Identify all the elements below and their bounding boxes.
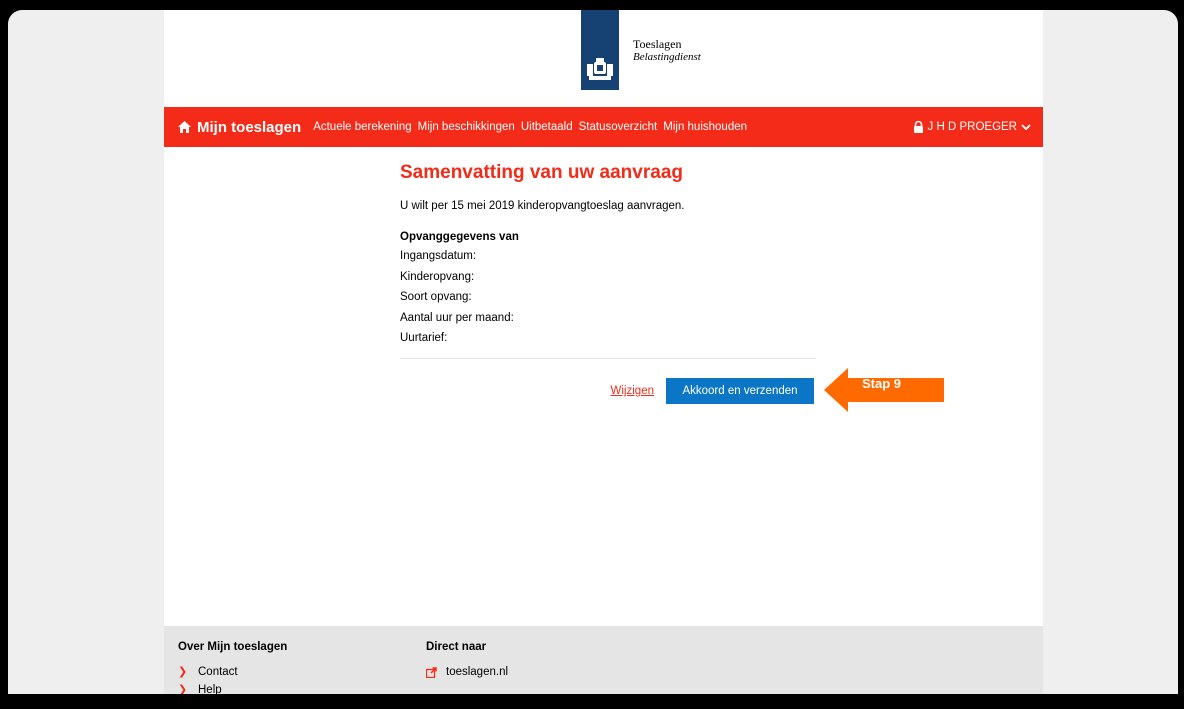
footer: Over Mijn toeslagen ❯ Contact ❯ Help Dir… [164, 626, 1043, 694]
step-label: Stap 9 [862, 376, 902, 391]
nav-link-statusoverzicht[interactable]: Statusoverzicht [579, 121, 658, 133]
logo-emblem [581, 10, 619, 90]
page-title: Samenvatting van uw aanvraag [400, 162, 683, 183]
field-uurtarief: Uurtarief: [400, 332, 448, 344]
main-nav: Mijn toeslagen Actuele berekening Mijn b… [164, 107, 1043, 147]
footer-col-title: Over Mijn toeslagen [178, 641, 288, 653]
footer-link-toeslagen[interactable]: toeslagen.nl [426, 663, 508, 681]
footer-col-over: Over Mijn toeslagen ❯ Contact ❯ Help [178, 641, 287, 694]
field-soort-opvang: Soort opvang: [400, 291, 472, 303]
edit-link[interactable]: Wijzigen [611, 385, 654, 397]
summary-content: Samenvatting van uw aanvraag U wilt per … [400, 158, 820, 349]
logo-text: Toeslagen Belastingdienst [633, 37, 701, 64]
footer-link-label: Contact [198, 666, 238, 678]
field-aantal-uur: Aantal uur per maand: [400, 311, 514, 324]
form-actions: Wijzigen Akkoord en verzenden [400, 378, 814, 404]
external-link-icon [426, 666, 446, 678]
coat-of-arms-icon [587, 58, 613, 80]
lock-icon [913, 121, 923, 133]
chevron-down-icon [1021, 123, 1031, 130]
footer-col-title: Direct naar [426, 641, 487, 653]
logo[interactable]: Toeslagen Belastingdienst [581, 10, 701, 107]
nav-links: Actuele berekening Mijn beschikkingen Ui… [313, 121, 753, 133]
browser-frame: Toeslagen Belastingdienst Mijn toeslagen… [8, 10, 1178, 694]
section-title: Opvanggegevens van [400, 231, 519, 243]
nav-link-actuele-berekening[interactable]: Actuele berekening [313, 121, 411, 133]
intro-text: U wilt per 15 mei 2019 kinderopvangtoesl… [400, 200, 685, 212]
footer-col-direct: Direct naar toeslagen.nl [426, 641, 508, 681]
field-ingangsdatum: Ingangsdatum: [400, 250, 477, 262]
nav-home[interactable]: Mijn toeslagen [178, 119, 301, 136]
footer-link-help[interactable]: ❯ Help [178, 681, 287, 694]
nav-link-mijn-huishouden[interactable]: Mijn huishouden [663, 121, 747, 133]
nav-link-uitbetaald[interactable]: Uitbetaald [521, 121, 573, 133]
footer-link-contact[interactable]: ❯ Contact [178, 663, 287, 681]
user-menu[interactable]: J H D PROEGER [913, 121, 1031, 133]
step-annotation: Stap 9 [824, 366, 946, 414]
page: Toeslagen Belastingdienst Mijn toeslagen… [164, 10, 1043, 694]
user-name: J H D PROEGER [927, 121, 1017, 133]
nav-home-label: Mijn toeslagen [197, 118, 302, 136]
footer-link-label: Help [198, 684, 222, 694]
footer-link-label: toeslagen.nl [446, 666, 509, 678]
divider [400, 358, 816, 359]
logo-subtitle: Belastingdienst [633, 51, 701, 63]
chevron-right-icon: ❯ [178, 666, 188, 678]
chevron-right-icon: ❯ [178, 684, 188, 694]
logo-title: Toeslagen [633, 37, 682, 51]
home-icon [178, 121, 191, 133]
nav-link-mijn-beschikkingen[interactable]: Mijn beschikkingen [418, 121, 515, 133]
submit-button[interactable]: Akkoord en verzenden [666, 378, 814, 404]
field-kinderopvang: Kinderopvang: [400, 270, 475, 283]
